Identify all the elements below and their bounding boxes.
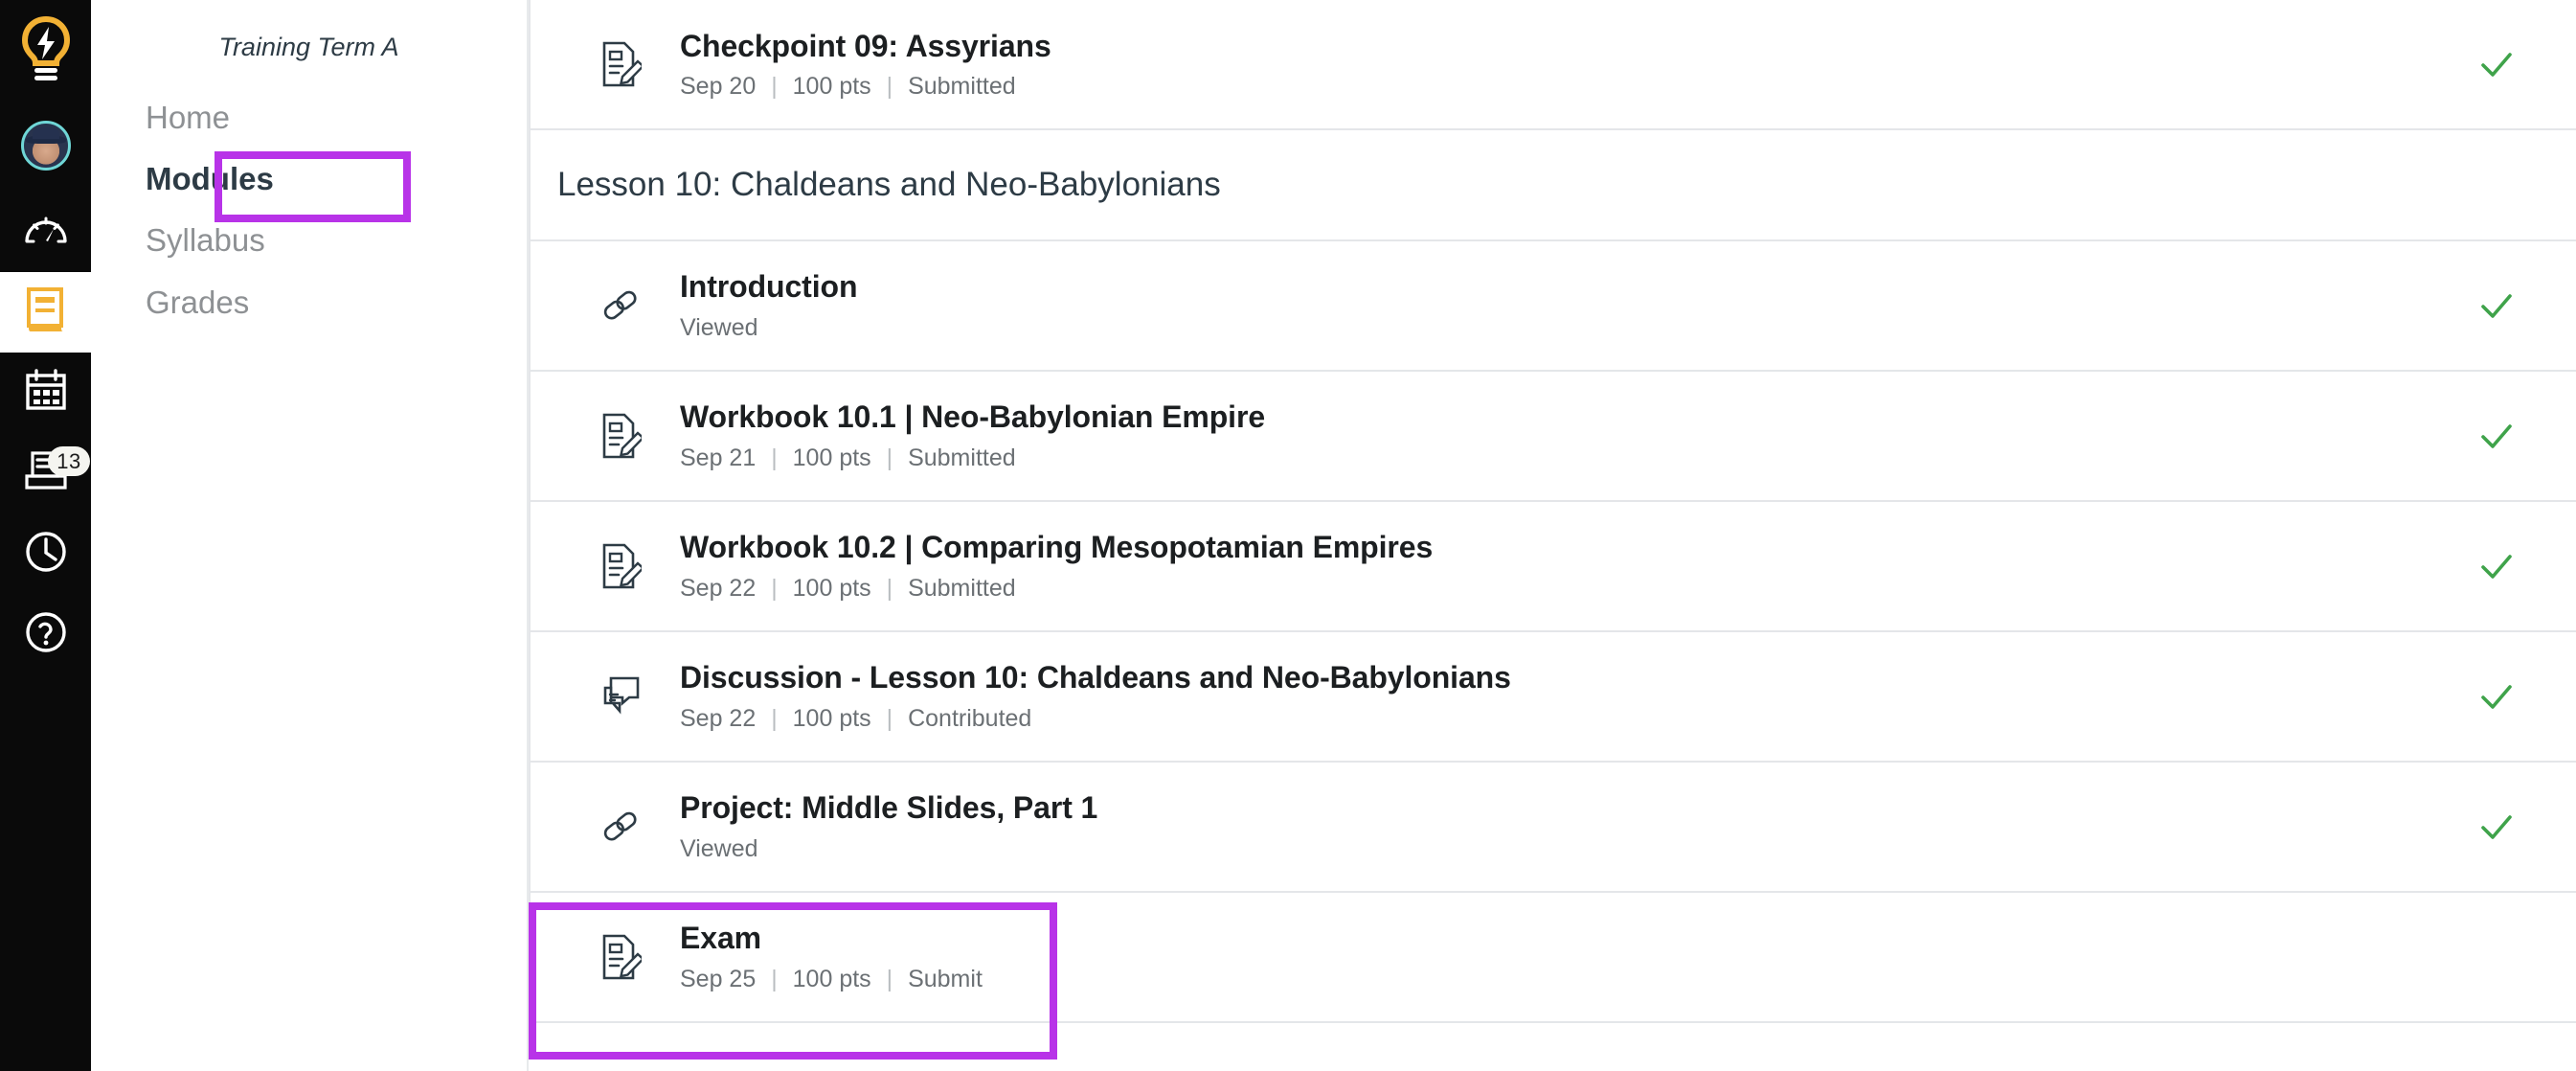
global-nav-history[interactable] [0, 513, 91, 594]
module-item-date: Sep 21 [680, 444, 757, 471]
course-nav-item-grades[interactable]: Grades [91, 272, 527, 333]
checkmark-icon [2481, 423, 2512, 448]
global-nav-dashboard[interactable] [0, 192, 91, 272]
meta-separator: | [886, 574, 893, 602]
module-item-status: Viewed [680, 834, 758, 862]
global-navigation-rail: 13 [0, 0, 91, 1071]
avatar [20, 121, 71, 171]
module-item-meta: Sep 25 | 100 pts | Submit [680, 965, 2452, 994]
inbox-unread-badge: 13 [48, 446, 90, 476]
module-item-status: Submitted [908, 444, 1016, 471]
meta-separator: | [771, 73, 778, 101]
module-item-points: 100 pts [792, 704, 871, 732]
meta-separator: | [886, 73, 893, 101]
modules-content-area: Sep 19 | 100 pts | Contributed [529, 0, 2576, 1071]
module-item-date: Sep 22 [680, 704, 757, 732]
module-item-completion [2452, 417, 2576, 455]
module-item-points: 100 pts [792, 965, 871, 992]
module-item-title[interactable]: Exam [680, 919, 2452, 957]
module-item-meta: Viewed [680, 834, 2452, 864]
module-item-date: Sep 22 [680, 574, 757, 602]
meta-separator: | [886, 965, 893, 992]
module-item-meta: Sep 22 | 100 pts | Submitted [680, 574, 2452, 604]
module-item-meta: Sep 20 | 100 pts | Submitted [680, 72, 2452, 102]
module-item-row[interactable]: Checkpoint 09: Assyrians Sep 20 | 100 pt… [531, 0, 2576, 130]
global-nav-inbox[interactable]: 13 [0, 433, 91, 513]
module-item-title[interactable]: Checkpoint 09: Assyrians [680, 27, 2452, 65]
module-header-title: Lesson 10: Chaldeans and Neo-Babylonians [557, 166, 1221, 203]
assignment-document-icon [599, 409, 659, 463]
module-item-list: Sep 19 | 100 pts | Contributed [529, 0, 2576, 1023]
dashboard-gauge-icon [23, 211, 69, 254]
meta-separator: | [771, 574, 778, 602]
canvas-modules-page: 13 Training Term A Home Modules Syllabus… [0, 0, 2576, 1071]
module-item-status: Submit [908, 965, 983, 992]
module-item-completion [2452, 45, 2576, 83]
module-item-title[interactable]: Workbook 10.1 | Neo-Babylonian Empire [680, 398, 2452, 436]
module-item-title[interactable]: Workbook 10.2 | Comparing Mesopotamian E… [680, 528, 2452, 566]
course-nav-item-syllabus[interactable]: Syllabus [91, 210, 527, 271]
module-item-completion [2452, 677, 2576, 716]
assignment-document-icon [599, 539, 659, 593]
global-nav-account[interactable] [0, 100, 91, 192]
discussion-bubble-icon [599, 670, 659, 723]
meta-separator: | [771, 704, 778, 732]
checkmark-icon [2481, 53, 2512, 77]
course-navigation: Training Term A Home Modules Syllabus Gr… [91, 0, 529, 1071]
link-chain-icon [599, 800, 659, 854]
module-item-status: Viewed [680, 313, 758, 341]
module-item-row-exam[interactable]: Exam Sep 25 | 100 pts | Submit [531, 892, 2576, 1023]
question-circle-icon [24, 610, 68, 659]
module-item-points: 100 pts [792, 574, 871, 602]
module-item-row[interactable]: Workbook 10.2 | Comparing Mesopotamian E… [531, 501, 2576, 632]
course-nav-item-modules[interactable]: Modules [91, 148, 527, 210]
module-item-title[interactable]: Discussion - Lesson 10: Chaldeans and Ne… [680, 658, 2452, 696]
module-item-meta: Sep 21 | 100 pts | Submitted [680, 444, 2452, 473]
checkmark-icon [2481, 814, 2512, 839]
module-item-row[interactable]: Discussion - Lesson 10: Chaldeans and Ne… [531, 631, 2576, 763]
module-item-title[interactable]: Introduction [680, 267, 2452, 306]
module-item-title[interactable]: Project: Middle Slides, Part 1 [680, 788, 2452, 827]
module-item-row[interactable]: Introduction Viewed [531, 240, 2576, 372]
module-item-status: Contributed [908, 704, 1032, 732]
global-nav-logo[interactable] [0, 4, 91, 100]
link-chain-icon [599, 279, 659, 332]
meta-separator: | [771, 444, 778, 471]
module-header[interactable]: Lesson 10: Chaldeans and Neo-Babylonians [531, 130, 2576, 241]
meta-separator: | [886, 444, 893, 471]
course-term-label: Training Term A [218, 33, 399, 61]
module-item-completion [2452, 808, 2576, 846]
module-item-status: Submitted [908, 574, 1016, 602]
meta-separator: | [771, 965, 778, 992]
module-item-meta: Sep 22 | 100 pts | Contributed [680, 704, 2452, 734]
module-item-points: 100 pts [792, 444, 871, 471]
meta-separator: | [886, 704, 893, 732]
module-item-row[interactable]: Project: Middle Slides, Part 1 Viewed [531, 762, 2576, 893]
checkmark-icon [2481, 684, 2512, 709]
module-item-meta: Viewed [680, 313, 2452, 343]
global-nav-help[interactable] [0, 594, 91, 674]
clock-history-icon [24, 530, 68, 579]
module-item-date: Sep 25 [680, 965, 757, 992]
module-item-completion [2452, 286, 2576, 325]
lightbulb-bolt-icon [19, 15, 73, 89]
checkmark-icon [2481, 293, 2512, 318]
module-item-completion [2452, 547, 2576, 585]
calendar-icon [23, 368, 69, 418]
module-item-status: Submitted [908, 73, 1016, 101]
checkmark-icon [2481, 554, 2512, 579]
courses-book-icon [23, 285, 69, 340]
global-nav-courses[interactable] [0, 272, 91, 353]
assignment-document-icon [599, 37, 659, 91]
module-item-row[interactable]: Workbook 10.1 | Neo-Babylonian Empire Se… [531, 371, 2576, 502]
assignment-document-icon [599, 930, 659, 984]
course-nav-item-home[interactable]: Home [91, 87, 527, 148]
global-nav-calendar[interactable] [0, 353, 91, 433]
module-item-date: Sep 20 [680, 73, 757, 101]
module-item-points: 100 pts [792, 73, 871, 101]
